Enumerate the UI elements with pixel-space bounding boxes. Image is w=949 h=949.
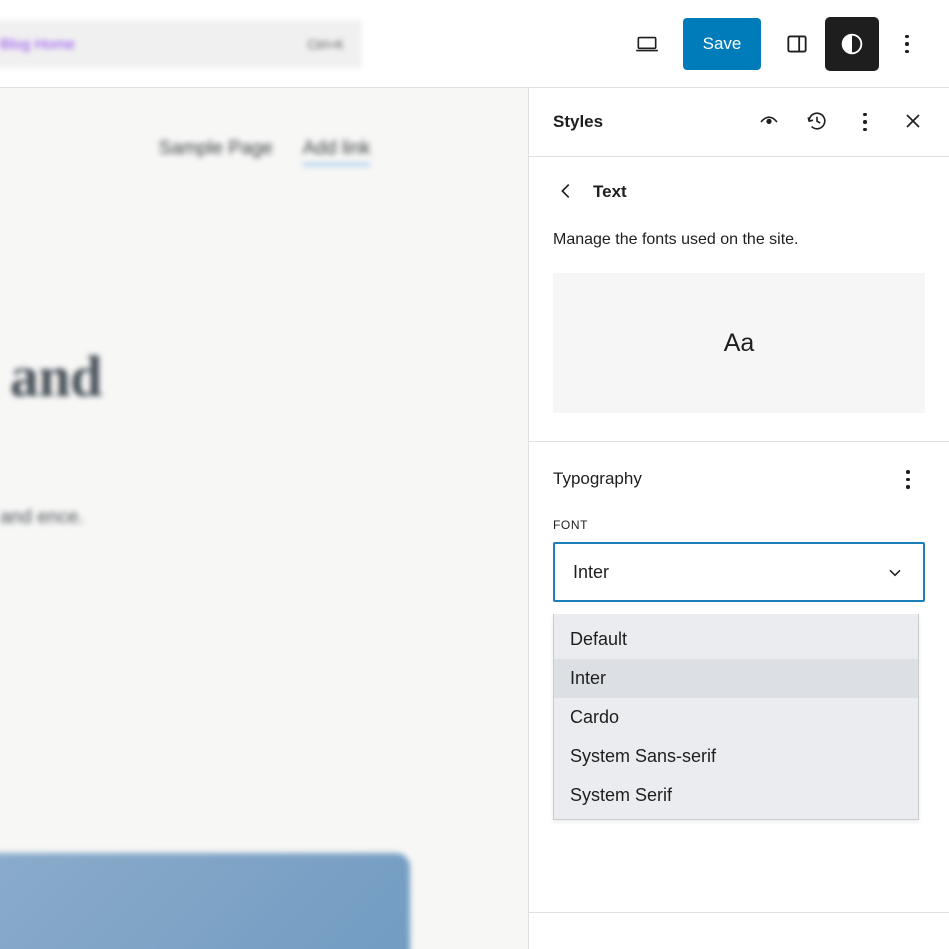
revisions-button[interactable] [797,102,837,142]
font-field-label: FONT [553,518,589,533]
site-canvas-preview[interactable]: Sample Page Add link ion and creativity … [0,88,529,949]
styles-panel-title: Styles [553,112,604,131]
history-clock-icon [805,109,829,136]
save-button[interactable]: Save [683,18,761,70]
laptop-icon [634,31,660,57]
font-select[interactable]: Inter [553,542,925,603]
font-dropdown-list[interactable]: Default Inter Cardo System Sans-serif Sy… [553,614,919,821]
site-navigation: Sample Page Add link [0,138,528,166]
vertical-dots-icon [906,470,910,489]
typography-title: Typography [553,469,642,489]
vertical-dots-icon [863,112,867,132]
site-heading: ion and [0,344,102,409]
more-options-button[interactable] [883,20,931,68]
command-palette-overlay[interactable]: Blog Home Ctrl+K [0,20,362,68]
typography-section: Typography FONT Inter R [529,442,949,821]
nav-link-add-link[interactable]: Add link [302,138,371,166]
sidebar-panel-icon [784,31,810,57]
sidebar-divider [529,912,949,913]
section-description: Manage the fonts used on the site. [553,231,799,248]
font-preview-box[interactable]: Aa [553,273,925,414]
font-option-default[interactable]: Default [554,620,918,659]
text-styles-section: Text Manage the fonts used on the site. … [529,157,949,443]
close-icon [901,109,925,136]
sidebar-toggle-button[interactable] [773,20,821,68]
chevron-down-icon [885,562,905,582]
back-navigation-row: Text [553,179,925,205]
app-root: Blog Home Ctrl+K Save Sample Page Add li… [0,0,949,949]
font-option-inter[interactable]: Inter [554,659,918,699]
typography-options-button[interactable] [891,462,925,496]
chevron-left-icon [555,180,577,205]
eye-icon [757,109,781,136]
close-panel-button[interactable] [893,102,933,142]
font-select-value: Inter [573,561,610,582]
styles-more-button[interactable] [845,102,885,142]
top-toolbar: Blog Home Ctrl+K Save [0,0,949,88]
site-image-block [0,853,410,949]
vertical-dots-icon [905,34,909,54]
typography-header: Typography [553,462,925,496]
contrast-circle-icon [838,30,866,58]
site-body-text: creativity and ence. [0,507,84,528]
styles-header-actions [749,102,933,142]
font-option-system-sans-serif[interactable]: System Sans-serif [554,737,918,776]
styles-sidebar: Styles Text Manage the fonts used on the… [529,88,949,949]
styles-button[interactable] [825,17,879,71]
back-button[interactable] [553,179,579,205]
font-option-system-serif[interactable]: System Serif [554,776,918,815]
command-palette-label: Blog Home [0,35,76,53]
style-book-button[interactable] [749,102,789,142]
font-preview-sample: Aa [723,328,755,357]
command-palette-shortcut: Ctrl+K [307,36,344,52]
nav-link-sample-page[interactable]: Sample Page [159,138,273,166]
toolbar-actions: Save [623,0,931,88]
font-option-cardo[interactable]: Cardo [554,698,918,737]
section-title: Text [593,182,627,201]
styles-panel-header: Styles [529,88,949,157]
device-preview-button[interactable] [623,20,671,68]
